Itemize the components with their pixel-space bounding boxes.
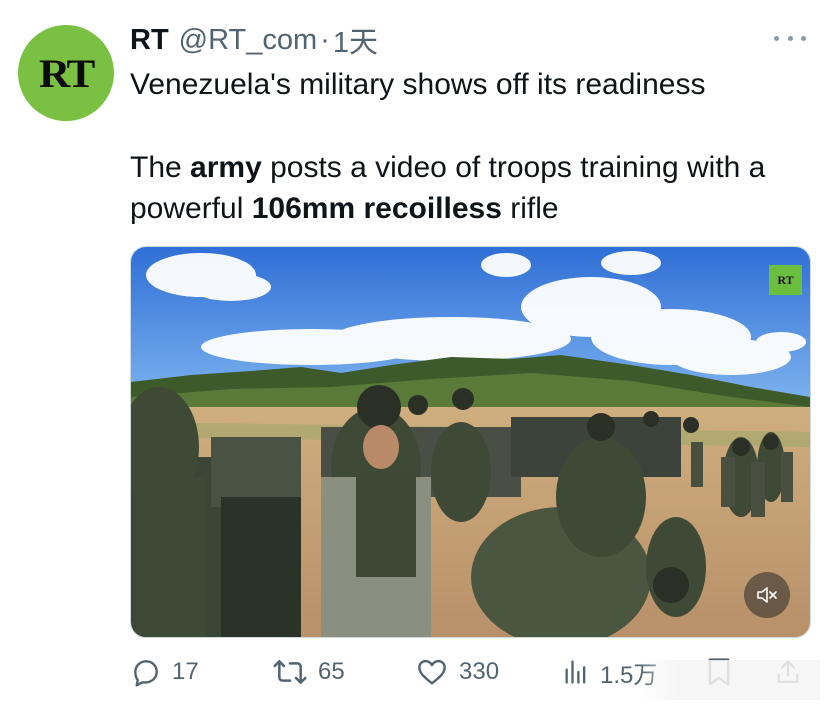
retweet-count: 65 [318,658,345,685]
watermark-overlay [640,660,820,700]
tweet-body-bold: army [190,151,262,184]
tweet-header: RT @RT_com · 1天 [130,20,378,60]
tweet-text: Venezuela's military shows off its readi… [130,64,820,229]
tweet-headline: Venezuela's military shows off its readi… [130,68,706,101]
tweet-body-part: rifle [501,192,559,225]
rt-logo-badge: RT [769,265,802,295]
speaker-muted-icon[interactable] [744,572,790,618]
retweet-action[interactable]: 65 [272,652,345,692]
separator-dot: · [320,23,330,56]
speaker-muted-icon-glyph [757,587,777,603]
video-player[interactable]: RT [130,246,811,638]
avatar[interactable]: RT [18,25,114,121]
tweet-body-part: The [130,151,191,184]
like-count: 330 [459,658,500,685]
video-frame-image [131,247,810,637]
tweet-body: The army posts a video of troops trainin… [130,147,820,229]
more-options-icon[interactable] [774,24,806,52]
reply-icon [134,660,158,687]
author-handle[interactable]: @RT_com [179,24,318,57]
retweet-icon [273,660,307,684]
analytics-icon [565,660,586,684]
heart-icon [418,659,446,685]
reply-count: 17 [172,658,199,685]
reply-action[interactable]: 17 [130,652,199,692]
author-name[interactable]: RT [130,24,169,57]
post-time[interactable]: 1天 [333,19,378,61]
like-action[interactable]: 330 [415,652,499,692]
tweet-body-bold: 106mm recoilless [251,192,502,225]
avatar-logo-text: RT [38,50,95,96]
